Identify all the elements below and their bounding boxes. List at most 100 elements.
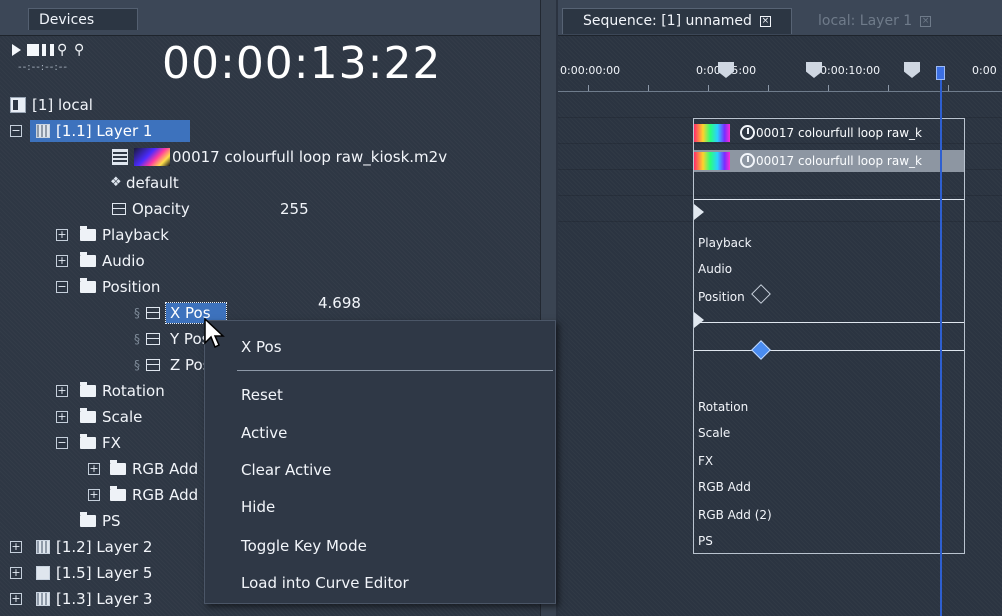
ruler-tick: [588, 85, 589, 91]
expand-icon[interactable]: +: [88, 489, 100, 501]
menu-separator: [237, 370, 553, 371]
folder-icon: [80, 252, 96, 267]
tree-item-playback[interactable]: + Playback: [0, 222, 540, 248]
expand-icon[interactable]: +: [88, 463, 100, 475]
tree-item-opacity[interactable]: Opacity 255: [0, 196, 540, 222]
param-value: 255: [280, 200, 309, 218]
menu-item-load-curve-editor[interactable]: Load into Curve Editor: [241, 569, 409, 597]
timecode-small: --:--:--:--: [18, 62, 68, 73]
expand-icon[interactable]: +: [10, 593, 22, 605]
tree-item-label: Audio: [102, 252, 145, 270]
collapse-icon[interactable]: −: [10, 125, 22, 137]
tab-label: Sequence: [1] unnamed: [583, 13, 752, 29]
play-icon[interactable]: [12, 44, 21, 56]
expand-icon[interactable]: +: [56, 385, 68, 397]
tree-item-label: Rotation: [102, 382, 165, 400]
param-icon: [146, 307, 160, 319]
track-label-position: Position: [698, 290, 745, 304]
menu-item-reset[interactable]: Reset: [241, 381, 283, 409]
tree-item-default[interactable]: ❖ default: [0, 170, 540, 196]
menu-item-toggle-key-mode[interactable]: Toggle Key Mode: [241, 532, 367, 560]
menu-item-active[interactable]: Active: [241, 419, 287, 447]
layer-icon: [36, 566, 50, 580]
expand-icon[interactable]: +: [10, 567, 22, 579]
stop-icon[interactable]: [27, 44, 39, 56]
track-label-audio: Audio: [698, 262, 733, 276]
expand-icon[interactable]: +: [10, 541, 22, 553]
tree-item-label: [1.2] Layer 2: [56, 538, 153, 556]
expand-icon[interactable]: +: [56, 411, 68, 423]
menu-item-hide[interactable]: Hide: [241, 493, 275, 521]
link-icon: §: [134, 332, 140, 346]
folder-icon: [80, 226, 96, 241]
zoom-out-icon[interactable]: ⚲: [57, 43, 71, 57]
ruler-tick: [888, 85, 889, 91]
tree-item-label: [1.1] Layer 1: [56, 122, 153, 140]
ruler-tick: [648, 85, 649, 91]
tree-item-label: Position: [102, 278, 161, 296]
folder-icon: [80, 278, 96, 293]
ruler-tick: [708, 85, 709, 91]
tree-item-label: RGB Add: [132, 486, 199, 504]
clip-label: 00017 colourfull loop raw_k: [756, 126, 922, 140]
close-icon[interactable]: ×: [759, 15, 771, 27]
playhead[interactable]: [940, 66, 942, 616]
ruler-tick: [828, 85, 829, 91]
clip-media[interactable]: 00017 colourfull loop raw_k: [694, 122, 964, 144]
devices-tab[interactable]: Devices: [28, 8, 138, 30]
tree-item-position[interactable]: − Position: [0, 274, 540, 300]
timecode-display: 00:00:13:22: [162, 38, 442, 89]
tree-item-local[interactable]: [1] local: [0, 92, 540, 118]
clip-media-selected[interactable]: 00017 colourfull loop raw_k: [694, 150, 964, 172]
ruler-tick: [948, 85, 949, 91]
layer-icon: [36, 592, 50, 606]
track-label-rotation: Rotation: [698, 400, 749, 414]
track-row: [558, 92, 1002, 118]
zoom-in-icon[interactable]: ⚲: [74, 43, 88, 57]
collapse-icon[interactable]: −: [56, 281, 68, 293]
tree-item-layer1[interactable]: − [1.1] Layer 1: [0, 118, 540, 144]
clip-label: 00017 colourfull loop raw_k: [756, 154, 922, 168]
layer-icon: [36, 540, 50, 554]
key-start-icon[interactable]: [694, 312, 704, 328]
device-icon: [10, 97, 26, 113]
tab-sequence[interactable]: Sequence: [1] unnamed ×: [562, 8, 792, 34]
tree-item-label: PS: [102, 512, 121, 530]
tree-item-label: [1] local: [32, 96, 93, 114]
pause-icon[interactable]: [42, 44, 54, 56]
folder-icon: [80, 408, 96, 423]
collapse-icon[interactable]: −: [56, 437, 68, 449]
track-label-fx: FX: [698, 454, 714, 468]
close-icon[interactable]: ×: [920, 15, 932, 27]
tree-item-label: Playback: [102, 226, 169, 244]
menu-item-clear-active[interactable]: Clear Active: [241, 456, 331, 484]
menu-title: X Pos: [241, 338, 282, 356]
key-start-icon[interactable]: [694, 204, 704, 220]
expand-icon[interactable]: +: [56, 229, 68, 241]
playhead-handle[interactable]: [936, 66, 945, 80]
expand-icon[interactable]: +: [56, 255, 68, 267]
devices-tab-bar: Devices: [0, 0, 540, 36]
clock-icon: [740, 153, 755, 168]
folder-icon: [110, 486, 126, 501]
track-label-ps: PS: [698, 534, 713, 548]
ruler-tick: [768, 85, 769, 91]
tree-item-label: [1.5] Layer 5: [56, 564, 153, 582]
tree-item-label: Opacity: [132, 200, 190, 218]
context-menu: X Pos Reset Active Clear Active Hide Tog…: [204, 320, 556, 604]
xpos-key-line[interactable]: [694, 322, 964, 323]
tree-item-media[interactable]: 00017 colourfull loop raw_kiosk.m2v: [0, 144, 540, 170]
cue-marker-icon[interactable]: [904, 62, 920, 78]
tab-local-layer[interactable]: local: Layer 1 ×: [798, 10, 948, 32]
folder-icon: [80, 512, 96, 527]
tree-item-label: Scale: [102, 408, 143, 426]
clock-icon: [740, 125, 755, 140]
opacity-key-line[interactable]: [694, 199, 964, 200]
tree-item-audio[interactable]: + Audio: [0, 248, 540, 274]
ruler-label: 0:00:00:00: [560, 64, 621, 77]
tree-item-label: 00017 colourfull loop raw_kiosk.m2v: [172, 148, 448, 166]
ypos-key-line[interactable]: [694, 350, 964, 351]
link-icon: §: [134, 358, 140, 372]
clip-thumbnail: [694, 124, 730, 142]
media-thumbnail: [134, 148, 170, 166]
